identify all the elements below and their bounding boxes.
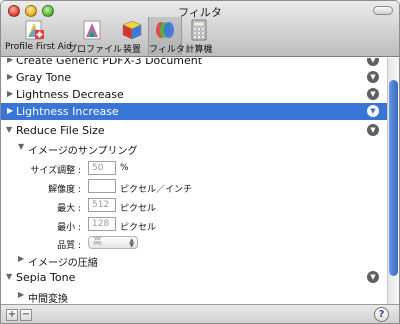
disclosure-triangle-icon[interactable]: ▶ <box>7 106 13 116</box>
filter-action-button[interactable]: ▼ <box>367 124 379 136</box>
quality-select[interactable]: 高 ▲ ▼ <box>88 236 138 249</box>
filter-name: Create Generic PDFX-3 Document <box>16 58 203 67</box>
max-field[interactable]: 512 <box>88 198 116 212</box>
filter-action-button[interactable]: ▼ <box>367 71 379 83</box>
toolbar-label: プロファイル <box>68 45 123 55</box>
profile-first-aid-icon <box>25 20 44 40</box>
help-button[interactable]: ? <box>374 307 389 322</box>
image-compression-section[interactable]: ▶ イメージの圧縮 <box>1 251 387 269</box>
filter-row-gray-tone[interactable]: ▶ Gray Tone ▼ <box>1 69 387 86</box>
quality-value: 高 <box>93 237 103 247</box>
filter-name: Lightness Decrease <box>16 88 124 101</box>
toolbar-profile[interactable]: プロファイル <box>68 17 123 55</box>
toolbar-device[interactable]: 装置 <box>119 17 145 55</box>
toolbar-toggle-button[interactable] <box>373 6 393 15</box>
resolution-unit: ピクセル／インチ <box>120 185 193 195</box>
disclosure-triangle-icon[interactable]: ▶ <box>7 72 13 82</box>
filter-row-lightness-decrease[interactable]: ▶ Lightness Decrease ▼ <box>1 86 387 103</box>
filter-name: Gray Tone <box>16 71 72 84</box>
image-sampling-section[interactable]: ▼ イメージのサンプリング <box>1 139 387 157</box>
title-bar: フィルタ Profile First Aid プロファイル 装置 フィルタ 計算… <box>1 1 399 57</box>
resolution-label: 解像度 : <box>48 185 81 195</box>
toolbar-filter[interactable]: フィルタ <box>148 17 185 55</box>
toolbar-label: フィルタ <box>149 45 185 55</box>
toolbar-profile-first-aid[interactable]: Profile First Aid <box>5 17 73 55</box>
filter-action-button[interactable]: ▼ <box>367 88 379 100</box>
filter-name: Reduce File Size <box>16 124 105 137</box>
disclosure-triangle-expanded-icon[interactable]: ▼ <box>6 272 12 282</box>
filter-row-sepia-tone[interactable]: ▼ Sepia Tone ▼ <box>1 269 387 286</box>
filter-action-button[interactable]: ▼ <box>367 105 379 117</box>
remove-filter-button[interactable]: − <box>20 309 32 321</box>
scale-label: サイズ調整 : <box>30 166 81 176</box>
filter-name: Sepia Tone <box>16 271 76 284</box>
disclosure-triangle-icon[interactable]: ▶ <box>18 254 24 264</box>
filter-row-lightness-increase[interactable]: ▶ Lightness Increase ▼ <box>1 103 387 120</box>
scrollbar-thumb[interactable] <box>389 80 398 276</box>
quality-label: 品質 : <box>57 241 81 251</box>
disclosure-triangle-expanded-icon[interactable]: ▼ <box>6 125 12 135</box>
image-sampling-label: イメージのサンプリング <box>28 146 138 157</box>
min-field[interactable]: 128 <box>88 217 116 231</box>
max-unit: ピクセル <box>120 204 157 214</box>
vertical-scrollbar[interactable] <box>387 58 399 304</box>
bottom-bar: + − ? <box>1 304 399 323</box>
toolbar-label: 計算機 <box>185 45 213 55</box>
filter-row-create-generic-pdfx[interactable]: ▶ Create Generic PDFX-3 Document ▼ <box>1 58 387 69</box>
scale-unit: % <box>120 163 129 173</box>
disclosure-triangle-icon[interactable]: ▶ <box>7 58 13 65</box>
filter-list: ▶ Create Generic PDFX-3 Document ▼ ▶ Gra… <box>1 58 387 304</box>
intermediate-transform-label: 中間変換 <box>28 294 68 304</box>
disclosure-triangle-expanded-icon[interactable]: ▼ <box>18 142 24 152</box>
filter-window: フィルタ Profile First Aid プロファイル 装置 フィルタ 計算… <box>0 0 400 324</box>
filter-name: Lightness Increase <box>16 105 119 118</box>
select-arrows-icon: ▲ ▼ <box>129 237 134 249</box>
filter-row-reduce-file-size[interactable]: ▼ Reduce File Size ▼ <box>1 122 387 139</box>
intermediate-transform-section[interactable]: ▶ 中間変換 <box>1 287 387 304</box>
filter-icon <box>156 22 174 38</box>
filter-action-button[interactable]: ▼ <box>367 58 379 66</box>
device-icon <box>122 20 142 40</box>
resolution-field[interactable] <box>88 179 116 193</box>
image-compression-label: イメージの圧縮 <box>28 258 98 269</box>
profile-icon <box>83 20 101 40</box>
filter-action-button[interactable]: ▼ <box>367 271 379 283</box>
calculator-icon <box>191 19 207 41</box>
max-label: 最大 : <box>57 204 81 214</box>
toolbar-label: Profile First Aid <box>5 42 73 52</box>
disclosure-triangle-icon[interactable]: ▶ <box>7 89 13 99</box>
toolbar-calculator[interactable]: 計算機 <box>185 17 213 55</box>
add-filter-button[interactable]: + <box>6 309 18 321</box>
min-unit: ピクセル <box>120 223 157 233</box>
min-label: 最小 : <box>57 223 81 233</box>
toolbar-label: 装置 <box>122 45 141 55</box>
scale-field[interactable]: 50 <box>88 161 116 175</box>
disclosure-triangle-icon[interactable]: ▶ <box>18 290 24 300</box>
